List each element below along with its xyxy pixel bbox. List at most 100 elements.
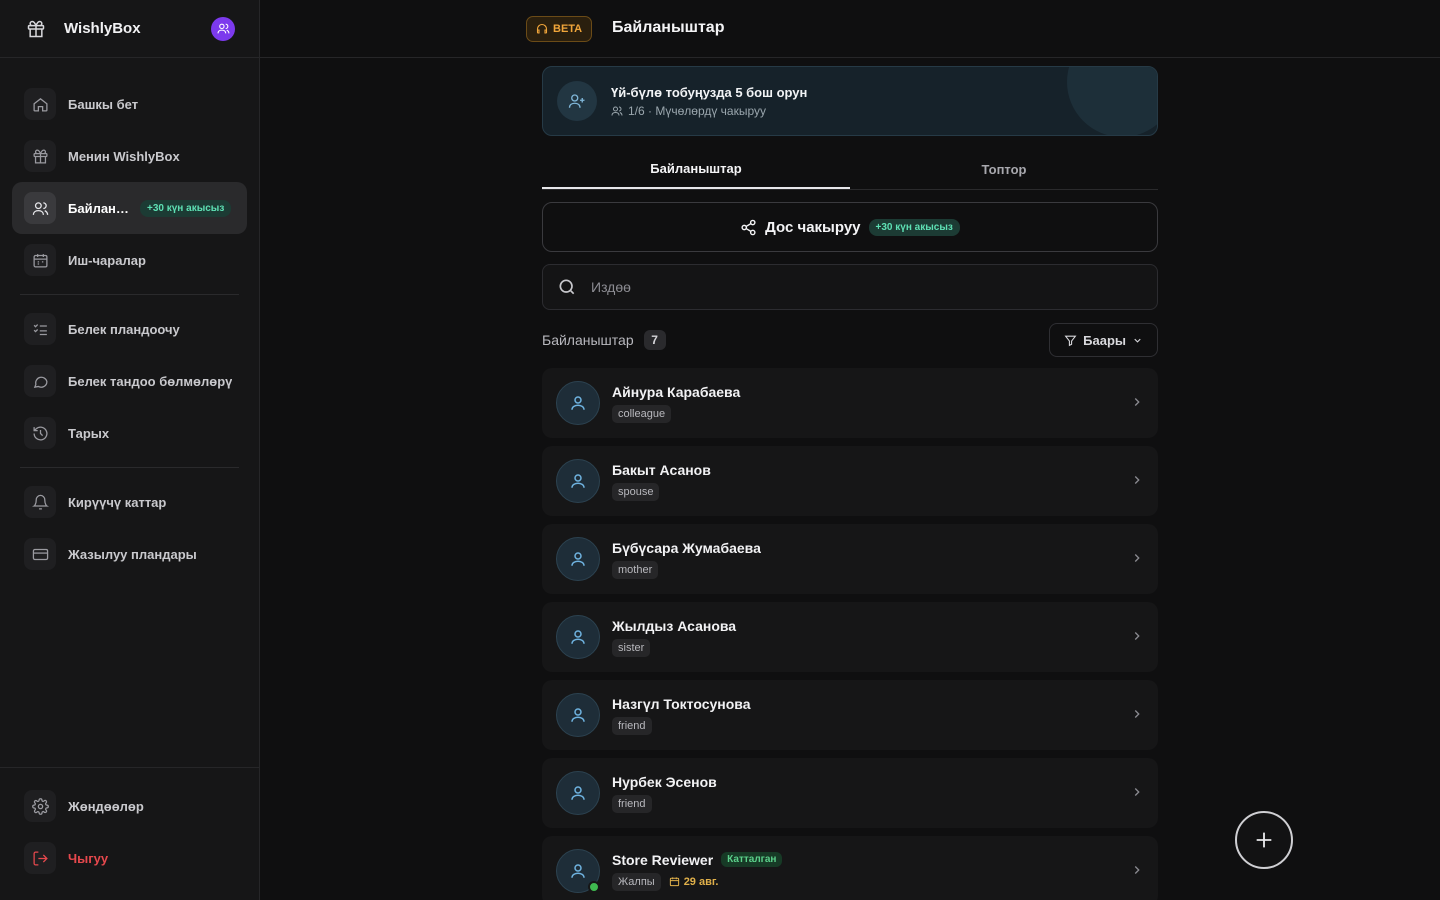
sidebar-item-label: Жөндөөлөр — [68, 798, 144, 814]
relation-tag: mother — [612, 560, 659, 579]
relation-tag: spouse — [612, 482, 660, 501]
sidebar-divider — [20, 294, 239, 295]
banner-decoration — [1067, 67, 1157, 135]
sidebar-item-inbox[interactable]: Кирүүчү каттар — [12, 476, 247, 528]
contact-name: Айнура Карабаева — [612, 383, 741, 400]
bell-icon — [24, 486, 56, 518]
sidebar-item-label: Белек пландоочу — [68, 321, 180, 337]
user-avatar-icon — [556, 771, 600, 815]
invite-label: Дос чакыруу — [765, 218, 861, 236]
chevron-right-icon — [1130, 785, 1144, 802]
share-icon — [741, 219, 756, 235]
sidebar-item-label: Чыгуу — [68, 850, 109, 866]
event-date-text: 29 авг. — [683, 875, 719, 888]
sidebar-item-subscription-plans[interactable]: Жазылуу пландары — [12, 528, 247, 580]
tabs: Байланыштар Топтор — [542, 150, 1158, 190]
search-bar — [542, 264, 1158, 310]
contact-name: Store Reviewer — [612, 851, 714, 868]
contact-row[interactable]: Назгүл Токтосунова friend — [542, 680, 1158, 750]
tab-groups[interactable]: Топтор — [850, 150, 1158, 189]
user-avatar-icon — [556, 459, 600, 503]
sidebar-item-label: Иш-чаралар — [68, 252, 146, 268]
logout-icon — [24, 842, 56, 874]
card-icon — [24, 538, 56, 570]
contact-row[interactable]: Бүбүсара Жумабаева mother — [542, 524, 1158, 594]
sidebar-item-label: Менин WishlyBox — [68, 148, 180, 164]
filter-dropdown[interactable]: Баары — [1049, 323, 1158, 357]
sidebar-item-label: Жазылуу пландары — [68, 546, 197, 562]
tab-contacts[interactable]: Байланыштар — [542, 150, 850, 189]
chevron-down-icon — [1134, 338, 1141, 343]
sidebar-item-history[interactable]: Тарых — [12, 407, 247, 459]
relation-tag: friend — [612, 794, 652, 813]
contact-row[interactable]: Store Reviewer Катталган Жалпы 29 авг. — [542, 836, 1158, 900]
contact-row[interactable]: Айнура Карабаева colleague — [542, 368, 1158, 438]
user-avatar[interactable] — [211, 16, 235, 41]
chevron-right-icon — [1130, 551, 1144, 568]
relation-tag: friend — [612, 716, 652, 735]
sidebar-footer: Жөндөөлөр Чыгуу — [0, 767, 259, 900]
sidebar-item-home[interactable]: Башкы бет — [12, 78, 247, 130]
gear-icon — [24, 790, 56, 822]
contacts-list: Айнура Карабаева colleague Бакыт Асанов … — [542, 368, 1158, 900]
chat-icon — [24, 365, 56, 397]
sidebar-item-gift-planner[interactable]: Белек пландоочу — [12, 303, 247, 355]
page-title: Байланыштар — [612, 19, 725, 36]
sidebar-item-label: Башкы бет — [68, 96, 139, 112]
gift-logo-icon — [24, 17, 48, 41]
sidebar-item-contacts[interactable]: Байланыштар +30 күн акысыз — [12, 182, 247, 234]
sidebar: WishlyBox Башкы бет Менин WishlyBox Байл… — [0, 0, 260, 900]
history-icon — [24, 417, 56, 449]
add-contact-button[interactable] — [1235, 811, 1293, 869]
brand-bar: WishlyBox — [0, 0, 259, 58]
relation-tag: colleague — [612, 404, 672, 423]
relation-tag: Жалпы — [612, 872, 661, 891]
chevron-right-icon — [1130, 473, 1144, 490]
family-banner-title: Үй-бүлө тобуңузда 5 бош орун — [611, 84, 808, 100]
users-icon — [24, 192, 56, 224]
chevron-right-icon — [1130, 395, 1144, 412]
app-name: WishlyBox — [64, 20, 141, 37]
chevron-right-icon — [1130, 863, 1144, 880]
family-group-banner[interactable]: Үй-бүлө тобуңузда 5 бош орун 1/6 · Мүчөл… — [542, 66, 1158, 136]
search-input[interactable] — [591, 279, 1091, 295]
relation-tag: sister — [612, 638, 651, 657]
user-avatar-icon — [556, 849, 600, 893]
beta-label: BETA — [553, 23, 583, 35]
sidebar-item-label: Кирүүчү каттар — [68, 494, 167, 510]
sidebar-item-logout[interactable]: Чыгуу — [12, 832, 247, 884]
contact-row[interactable]: Бакыт Асанов spouse — [542, 446, 1158, 516]
beta-badge[interactable]: BETA — [526, 16, 593, 42]
contact-row[interactable]: Нурбек Эсенов friend — [542, 758, 1158, 828]
user-avatar-icon — [556, 537, 600, 581]
calendar-small-icon — [669, 877, 679, 887]
contact-name: Бакыт Асанов — [612, 461, 711, 478]
list-title: Байланыштар — [542, 332, 634, 348]
contact-name: Нурбек Эсенов — [612, 773, 717, 790]
filter-label: Баары — [1083, 332, 1126, 348]
contact-name: Жылдыз Асанова — [612, 617, 737, 634]
family-banner-subtitle: 1/6 · Мүчөлөрдү чакыруу — [628, 103, 767, 118]
top-bar: BETA Байланыштар — [260, 0, 1440, 58]
contact-name: Назгүл Токтосунова — [612, 695, 751, 712]
plus-icon — [1256, 832, 1272, 848]
home-icon — [24, 88, 56, 120]
sidebar-item-gift-rooms[interactable]: Белек тандоо бөлмөлөрү — [12, 355, 247, 407]
chevron-right-icon — [1130, 629, 1144, 646]
sidebar-divider — [20, 467, 239, 468]
search-icon — [559, 279, 575, 295]
sidebar-item-events[interactable]: Иш-чаралар — [12, 234, 247, 286]
sidebar-item-settings[interactable]: Жөндөөлөр — [12, 780, 247, 832]
headset-icon — [536, 23, 548, 34]
sidebar-item-label: Байланыштар — [68, 200, 130, 216]
user-avatar-icon — [556, 615, 600, 659]
invite-friend-button[interactable]: Дос чакыруу +30 күн акысыз — [542, 202, 1158, 252]
sidebar-nav: Башкы бет Менин WishlyBox Байланыштар +3… — [0, 58, 259, 580]
sidebar-item-my-wishlybox[interactable]: Менин WishlyBox — [12, 130, 247, 182]
gift-icon — [24, 140, 56, 172]
contact-name: Бүбүсара Жумабаева — [612, 539, 761, 556]
users-small-icon — [611, 106, 623, 116]
checklist-icon — [24, 313, 56, 345]
status-badge: Катталган — [721, 852, 783, 867]
contact-row[interactable]: Жылдыз Асанова sister — [542, 602, 1158, 672]
